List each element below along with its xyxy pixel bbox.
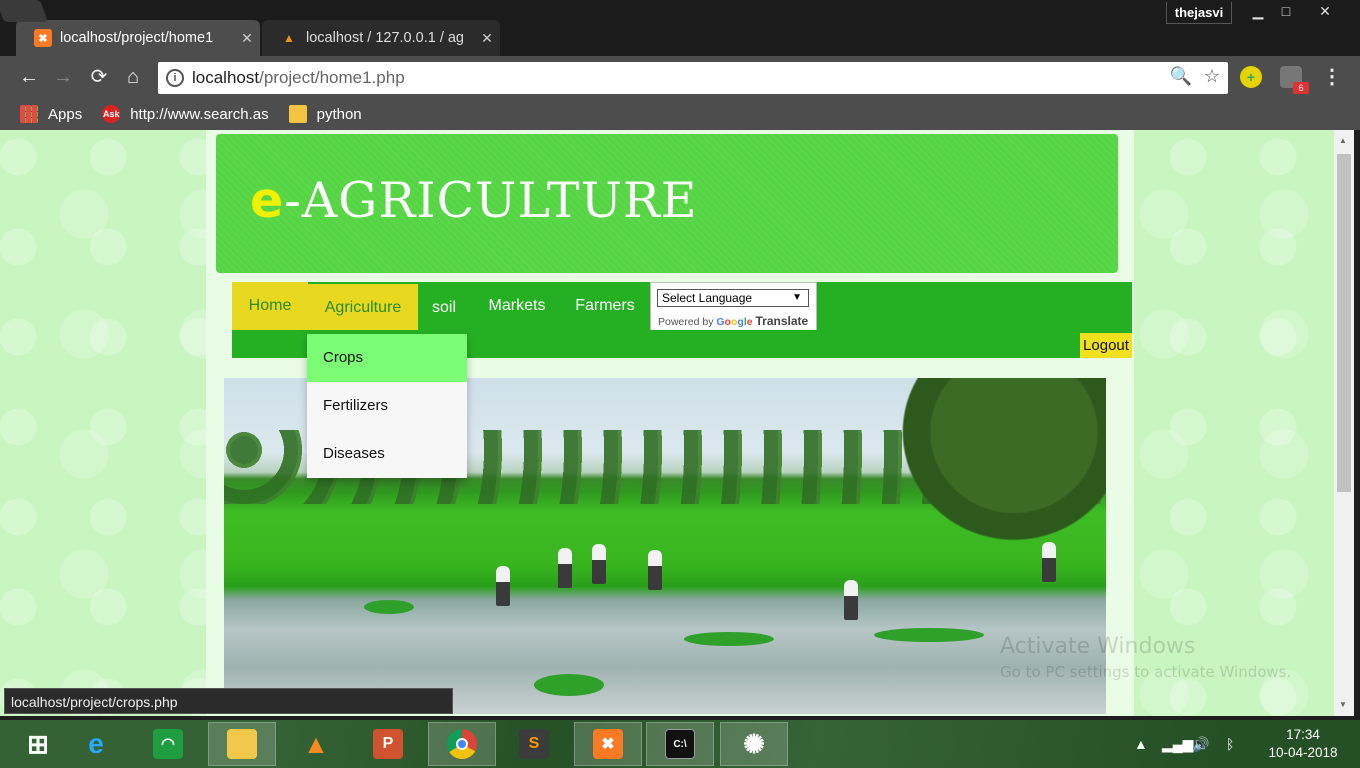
dropdown-item-crops[interactable]: Crops bbox=[307, 334, 467, 382]
dropdown-item-diseases[interactable]: Diseases bbox=[307, 430, 467, 478]
google-logo: Google bbox=[716, 316, 753, 328]
tray-up-arrow-icon[interactable]: ▲ bbox=[1134, 720, 1148, 768]
close-window-button[interactable]: ✕ bbox=[1300, 0, 1350, 22]
google-translate-widget: Select Language ▼ Powered by Google Tran… bbox=[650, 282, 817, 332]
tab-title: localhost/project/home1 bbox=[60, 30, 214, 46]
taskbar-clock[interactable]: 17:34 10-04-2018 bbox=[1258, 726, 1348, 762]
home-button[interactable]: ⌂ bbox=[120, 64, 146, 90]
language-select[interactable]: Select Language ▼ bbox=[657, 289, 809, 307]
tab-title: localhost / 127.0.0.1 / ag bbox=[306, 30, 464, 46]
farmer-figure bbox=[844, 580, 858, 620]
tree bbox=[884, 378, 1106, 558]
bookmarks-bar: Apps Ask http://www.search.as python bbox=[0, 98, 1360, 130]
seedling-bundle bbox=[684, 632, 774, 646]
network-icon[interactable]: ▂▄▆ bbox=[1162, 720, 1193, 768]
extension-icon[interactable]: + bbox=[1240, 66, 1262, 88]
command-prompt-icon[interactable]: C:\ bbox=[646, 722, 714, 766]
dropdown-item-fertilizers[interactable]: Fertilizers bbox=[307, 382, 467, 430]
xampp-icon: ✖ bbox=[34, 29, 52, 47]
site-title: e-AGRICULTURE bbox=[250, 172, 698, 229]
activate-windows-watermark: Activate Windows Go to PC settings to ac… bbox=[1000, 634, 1291, 681]
url-host: localhost bbox=[192, 68, 260, 87]
seedling-bundle bbox=[364, 600, 414, 614]
bookmark-label: Apps bbox=[48, 105, 83, 123]
bookmark-label: python bbox=[316, 105, 362, 123]
ask-icon: Ask bbox=[102, 105, 121, 123]
language-select-label: Select Language bbox=[662, 291, 753, 305]
scroll-up-icon[interactable]: ▲ bbox=[1339, 136, 1347, 145]
site-header: e-AGRICULTURE bbox=[216, 134, 1118, 273]
seedling-bundle bbox=[874, 628, 984, 642]
translate-link[interactable]: Translate bbox=[756, 314, 809, 328]
volume-icon[interactable]: 🔊 bbox=[1192, 720, 1209, 768]
xampp-icon[interactable]: ✖ bbox=[574, 722, 642, 766]
tab-close-icon[interactable]: ✕ bbox=[234, 30, 260, 47]
web-spider-icon[interactable]: ✺ bbox=[720, 722, 788, 766]
folder-icon bbox=[288, 105, 307, 123]
powered-by-google: Powered by Google Translate bbox=[658, 314, 808, 328]
bookmark-python[interactable]: python bbox=[288, 105, 362, 123]
powerpoint-icon[interactable]: P bbox=[354, 722, 422, 766]
phpmyadmin-icon: ▲ bbox=[283, 31, 295, 45]
bluetooth-icon[interactable]: ᛒ bbox=[1226, 720, 1234, 768]
farmer-figure bbox=[558, 548, 572, 588]
powered-by-text: Powered by bbox=[658, 316, 714, 328]
farmer-figure bbox=[1042, 542, 1056, 582]
tab-close-icon[interactable]: ✕ bbox=[474, 30, 500, 47]
tab-home1[interactable]: ✖ localhost/project/home1 ✕ bbox=[16, 20, 260, 56]
seedling-bundle bbox=[534, 674, 604, 696]
bookmark-ask[interactable]: Ask http://www.search.as bbox=[102, 105, 269, 123]
maximize-button[interactable]: □ bbox=[1272, 0, 1300, 22]
logout-button[interactable]: Logout bbox=[1080, 333, 1132, 358]
farmer-figure bbox=[496, 566, 510, 606]
nav-soil[interactable]: soil bbox=[422, 284, 466, 332]
chrome-icon[interactable] bbox=[428, 722, 496, 766]
info-icon[interactable]: i bbox=[166, 69, 184, 87]
minimize-button[interactable]: ▁ bbox=[1244, 0, 1272, 22]
new-tab-button[interactable] bbox=[0, 0, 49, 22]
site-nav: Home Agriculture soil Markets Farmers Se… bbox=[232, 282, 1132, 332]
apps-icon bbox=[20, 105, 38, 123]
url-path: /project/home1.php bbox=[259, 68, 405, 87]
site-title-e: e bbox=[250, 172, 285, 229]
sublime-text-icon[interactable]: S bbox=[500, 722, 568, 766]
nav-home[interactable]: Home bbox=[232, 282, 308, 330]
watermark-subtitle: Go to PC settings to activate Windows. bbox=[1000, 663, 1292, 681]
forward-button[interactable]: → bbox=[50, 64, 76, 90]
farmer-figure bbox=[648, 550, 662, 590]
link-status-bubble: localhost/project/crops.php bbox=[4, 688, 453, 714]
internet-explorer-icon[interactable]: e bbox=[62, 722, 130, 766]
scrollbar-thumb[interactable] bbox=[1337, 154, 1351, 492]
browser-menu-icon[interactable]: ⋮ bbox=[1322, 64, 1342, 89]
nav-markets[interactable]: Markets bbox=[482, 282, 552, 330]
vlc-icon[interactable]: ▲ bbox=[282, 722, 350, 766]
reload-button[interactable]: ⟳ bbox=[86, 64, 112, 90]
clock-date: 10-04-2018 bbox=[1268, 745, 1338, 760]
watermark-title: Activate Windows bbox=[1000, 634, 1196, 659]
bookmark-star-icon[interactable]: ☆ bbox=[1204, 66, 1220, 87]
zoom-icon[interactable]: 🔍 bbox=[1169, 66, 1191, 87]
bookmark-apps[interactable]: Apps bbox=[20, 105, 82, 123]
browser-toolbar: ← → ⟳ ⌂ i localhost/project/home1.php 🔍 … bbox=[0, 56, 1360, 98]
back-button[interactable]: ← bbox=[16, 64, 42, 90]
nav-agriculture[interactable]: Agriculture bbox=[308, 284, 418, 332]
clock-time: 17:34 bbox=[1286, 727, 1320, 742]
farmer-figure bbox=[592, 544, 606, 584]
extension-badge: 6 bbox=[1293, 82, 1309, 94]
file-explorer-icon[interactable] bbox=[208, 722, 276, 766]
dropdown-arrow-icon: ▼ bbox=[792, 292, 802, 303]
bookmark-label: http://www.search.as bbox=[130, 105, 269, 123]
site-title-rest: -AGRICULTURE bbox=[284, 172, 698, 229]
profile-button[interactable]: thejasvi bbox=[1166, 2, 1232, 24]
nav-farmers[interactable]: Farmers bbox=[572, 282, 638, 330]
browser-titlebar: thejasvi ▁ □ ✕ ✖ localhost/project/home1… bbox=[0, 0, 1360, 56]
scroll-down-icon[interactable]: ▼ bbox=[1339, 700, 1347, 709]
agriculture-dropdown: Crops Fertilizers Diseases bbox=[307, 334, 467, 478]
address-bar[interactable]: i localhost/project/home1.php 🔍 ☆ bbox=[158, 62, 1228, 94]
app-green-icon[interactable]: ◠ bbox=[134, 722, 202, 766]
tab-phpmyadmin[interactable]: ▲ localhost / 127.0.0.1 / ag ✕ bbox=[262, 20, 500, 56]
windows-taskbar: ⊞ e ◠ ▲ P S ✖ C:\ ✺ ▲ ▂▄▆ 🔊 ᛒ 17:34 10-0… bbox=[0, 720, 1360, 768]
page-scrollbar[interactable]: ▲ ▼ bbox=[1334, 130, 1354, 716]
